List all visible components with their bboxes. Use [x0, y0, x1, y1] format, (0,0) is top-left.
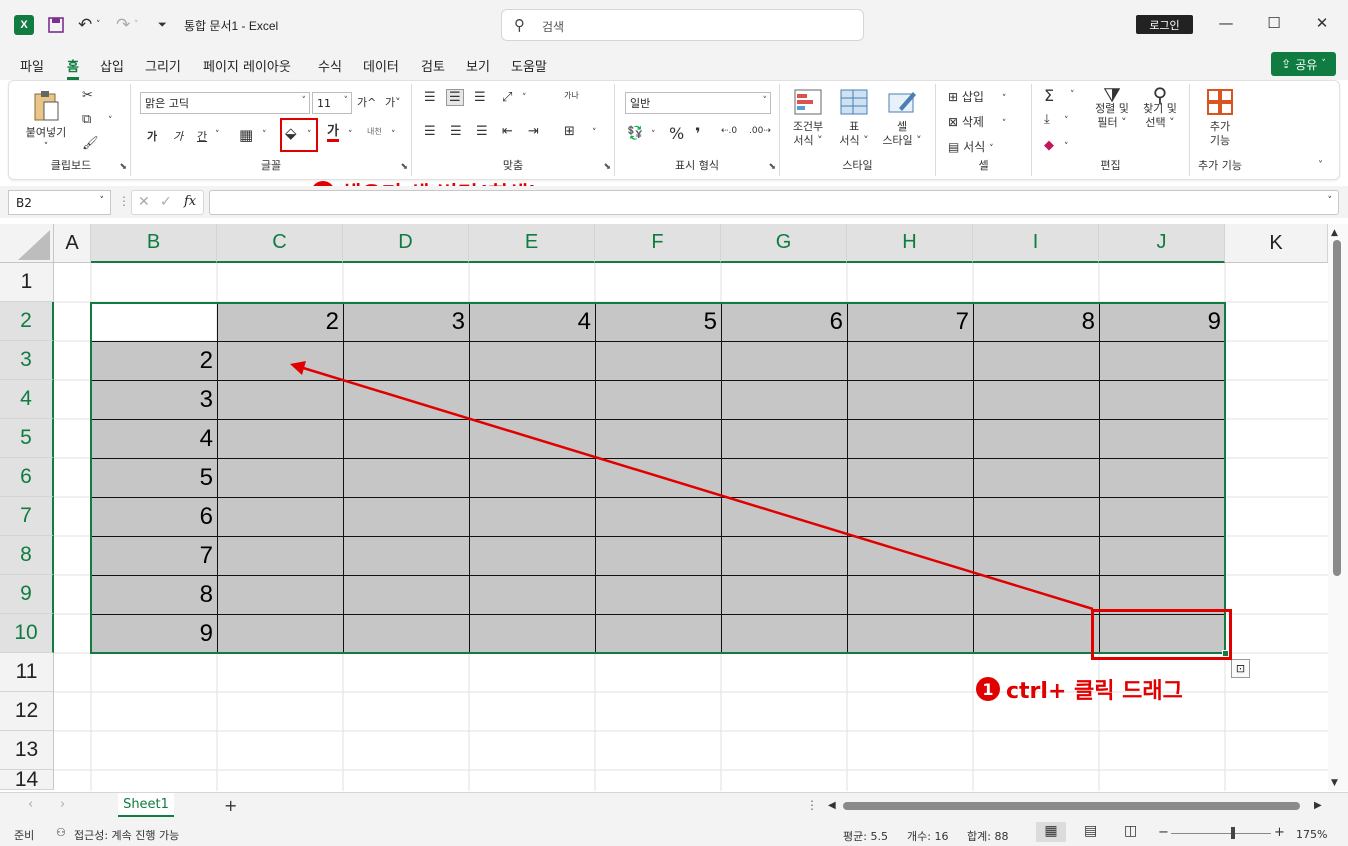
- step1-annotation: 1 ctrl+ 클릭 드래그: [976, 673, 1183, 705]
- accessibility-status[interactable]: 접근성: 계속 진행 가능: [74, 827, 179, 843]
- sheet-next-icon[interactable]: ›: [60, 797, 65, 812]
- zoom-level[interactable]: 175%: [1296, 828, 1327, 841]
- status-sum: 합계: 88: [967, 830, 1009, 843]
- status-bar: [0, 820, 1348, 846]
- zoom-slider-thumb[interactable]: [1231, 827, 1235, 839]
- sheet-tab-sheet1[interactable]: Sheet1: [118, 793, 174, 817]
- sheet-prev-icon[interactable]: ‹: [28, 797, 33, 812]
- normal-view-icon[interactable]: ▦: [1036, 822, 1066, 842]
- horizontal-scroll-thumb[interactable]: [843, 802, 1300, 810]
- zoom-out-icon[interactable]: −: [1158, 825, 1169, 840]
- hscroll-right-icon[interactable]: ▶: [1314, 800, 1322, 811]
- status-ready: 준비: [14, 829, 35, 842]
- status-average: 평균: 5.5: [843, 830, 888, 843]
- status-count: 개수: 16: [907, 830, 949, 843]
- drag-arrow: [290, 361, 1094, 611]
- vertical-scroll-thumb[interactable]: [1333, 240, 1341, 576]
- add-sheet-button[interactable]: +: [224, 796, 237, 815]
- hscroll-left-icon[interactable]: ◀: [828, 800, 836, 811]
- accessibility-icon[interactable]: ⚇: [56, 826, 66, 839]
- page-layout-view-icon[interactable]: ▤: [1084, 823, 1097, 839]
- sheet-splitter-icon[interactable]: ⋮: [806, 798, 818, 812]
- scroll-down-icon[interactable]: ▼: [1331, 778, 1338, 788]
- page-break-view-icon[interactable]: ◫: [1124, 823, 1137, 839]
- step1-badge: 1: [976, 677, 1000, 701]
- zoom-slider-track[interactable]: [1171, 833, 1271, 834]
- drag-start-highlight-box: [1091, 609, 1232, 660]
- step1-text: ctrl+ 클릭 드래그: [1006, 679, 1183, 704]
- scroll-up-icon[interactable]: ▲: [1331, 228, 1338, 238]
- zoom-in-icon[interactable]: +: [1274, 825, 1285, 840]
